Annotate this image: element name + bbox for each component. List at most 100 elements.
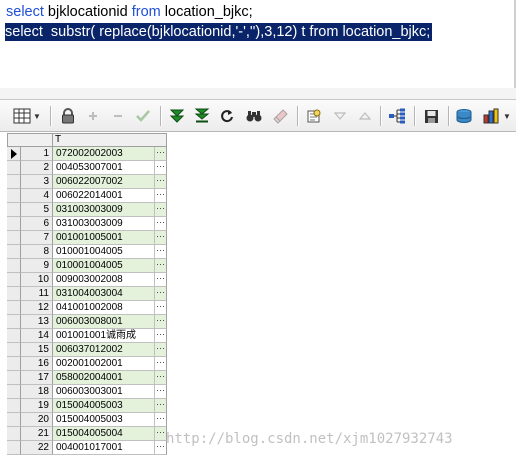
cell-editor-button[interactable]: ··· [155,343,167,357]
table-row[interactable]: 11 031004003004 ··· [7,287,167,301]
column-header-t[interactable]: T [53,133,167,147]
post-edit-button[interactable] [133,105,153,127]
add-record-button[interactable] [83,105,103,127]
tree-button[interactable] [386,105,408,127]
cell-t[interactable]: 006037012002 [53,343,155,357]
find-button[interactable] [243,105,265,127]
cell-t[interactable]: 031003003009 [53,217,155,231]
table-row[interactable]: 16 002001002001 ··· [7,357,167,371]
cell-editor-button[interactable]: ··· [155,217,167,231]
save-button[interactable] [420,105,442,127]
table-row[interactable]: 18 006003003001 ··· [7,385,167,399]
table-row[interactable]: 4 006022014001 ··· [7,189,167,203]
table-row[interactable]: 7 001001005001 ··· [7,231,167,245]
table-row[interactable]: 5 031003003009 ··· [7,203,167,217]
row-indicator[interactable] [7,203,21,217]
delete-record-button[interactable] [108,105,128,127]
cell-editor-button[interactable]: ··· [155,385,167,399]
splitter[interactable] [0,88,516,100]
row-indicator[interactable] [7,413,21,427]
sql-line-2-selected[interactable]: select substr( replace(bjklocationid,'-'… [5,23,433,41]
cell-t[interactable]: 001001005001 [53,231,155,245]
cell-t[interactable]: 031003003009 [53,203,155,217]
table-row[interactable]: 15 006037012002 ··· [7,343,167,357]
cell-editor-button[interactable]: ··· [155,287,167,301]
sort-button[interactable] [355,105,375,127]
table-row[interactable]: 2 004053007001 ··· [7,161,167,175]
cell-t[interactable]: 015004005003 [53,413,155,427]
cell-t[interactable]: 006022007002 [53,175,155,189]
cell-t[interactable]: 031004003004 [53,287,155,301]
cell-editor-button[interactable]: ··· [155,161,167,175]
lock-button[interactable] [58,105,78,127]
row-indicator[interactable] [7,371,21,385]
cell-t[interactable]: 041001002008 [53,301,155,315]
table-row[interactable]: 3 006022007002 ··· [7,175,167,189]
cell-t[interactable]: 006022014001 [53,189,155,203]
cell-editor-button[interactable]: ··· [155,245,167,259]
cell-editor-button[interactable]: ··· [155,315,167,329]
row-indicator[interactable] [7,427,21,441]
cell-editor-button[interactable]: ··· [155,175,167,189]
cell-t[interactable]: 058002004001 [53,371,155,385]
table-row[interactable]: 19 015004005003 ··· [7,399,167,413]
chart-button[interactable]: ▼ [480,105,514,127]
cell-editor-button[interactable]: ··· [155,273,167,287]
cell-editor-button[interactable]: ··· [155,189,167,203]
row-indicator[interactable] [7,217,21,231]
row-indicator[interactable] [7,287,21,301]
table-row[interactable]: 9 010001004005 ··· [7,259,167,273]
cell-t[interactable]: 015004005004 [53,427,155,441]
cell-editor-button[interactable]: ··· [155,259,167,273]
row-indicator[interactable] [7,231,21,245]
cell-editor-button[interactable]: ··· [155,301,167,315]
table-row[interactable]: 1 072002002003 ··· [7,147,167,161]
row-indicator[interactable] [7,175,21,189]
cell-t[interactable]: 002001002001 [53,357,155,371]
cell-t[interactable]: 004053007001 [53,161,155,175]
cell-t[interactable]: 001001001诚雨成 [53,329,155,343]
sql-editor[interactable]: select bjklocationid from location_bjkc;… [0,0,516,88]
row-indicator[interactable] [7,385,21,399]
refresh-button[interactable] [217,105,237,127]
cell-editor-button[interactable]: ··· [155,371,167,385]
row-indicator[interactable] [7,259,21,273]
table-row[interactable]: 10 009003002008 ··· [7,273,167,287]
row-indicator[interactable] [7,343,21,357]
fetch-next-button[interactable] [167,105,187,127]
clear-button[interactable] [270,105,292,127]
cell-t[interactable]: 010001004005 [53,259,155,273]
sql-line-1[interactable]: select bjklocationid from location_bjkc; [6,3,253,21]
grid-menu-button[interactable]: ▼ [10,105,44,127]
table-row[interactable]: 17 058002004001 ··· [7,371,167,385]
table-row[interactable]: 8 010001004005 ··· [7,245,167,259]
cell-t[interactable]: 004001017001 [53,441,155,455]
cell-editor-button[interactable]: ··· [155,399,167,413]
row-indicator[interactable] [7,301,21,315]
export-button[interactable] [453,105,475,127]
query-by-example-button[interactable] [303,105,325,127]
cell-editor-button[interactable]: ··· [155,147,167,161]
cell-t[interactable]: 006003003001 [53,385,155,399]
table-row[interactable]: 20 015004005003 ··· [7,413,167,427]
row-indicator[interactable] [7,399,21,413]
row-indicator[interactable] [7,161,21,175]
cell-editor-button[interactable]: ··· [155,203,167,217]
fetch-last-button[interactable] [192,105,212,127]
cell-t[interactable]: 072002002003 [53,147,155,161]
cell-editor-button[interactable]: ··· [155,413,167,427]
table-row[interactable]: 13 006003008001 ··· [7,315,167,329]
row-indicator[interactable] [7,189,21,203]
row-indicator[interactable] [7,441,21,455]
table-row[interactable]: 21 015004005004 ··· [7,427,167,441]
row-indicator[interactable] [7,147,21,161]
cell-editor-button[interactable]: ··· [155,231,167,245]
cell-t[interactable]: 009003002008 [53,273,155,287]
table-row[interactable]: 12 041001002008 ··· [7,301,167,315]
table-row[interactable]: 6 031003003009 ··· [7,217,167,231]
table-row[interactable]: 22 004001017001 ··· [7,441,167,455]
row-indicator[interactable] [7,245,21,259]
cell-t[interactable]: 006003008001 [53,315,155,329]
table-row[interactable]: 14 001001001诚雨成 ··· [7,329,167,343]
row-indicator[interactable] [7,329,21,343]
